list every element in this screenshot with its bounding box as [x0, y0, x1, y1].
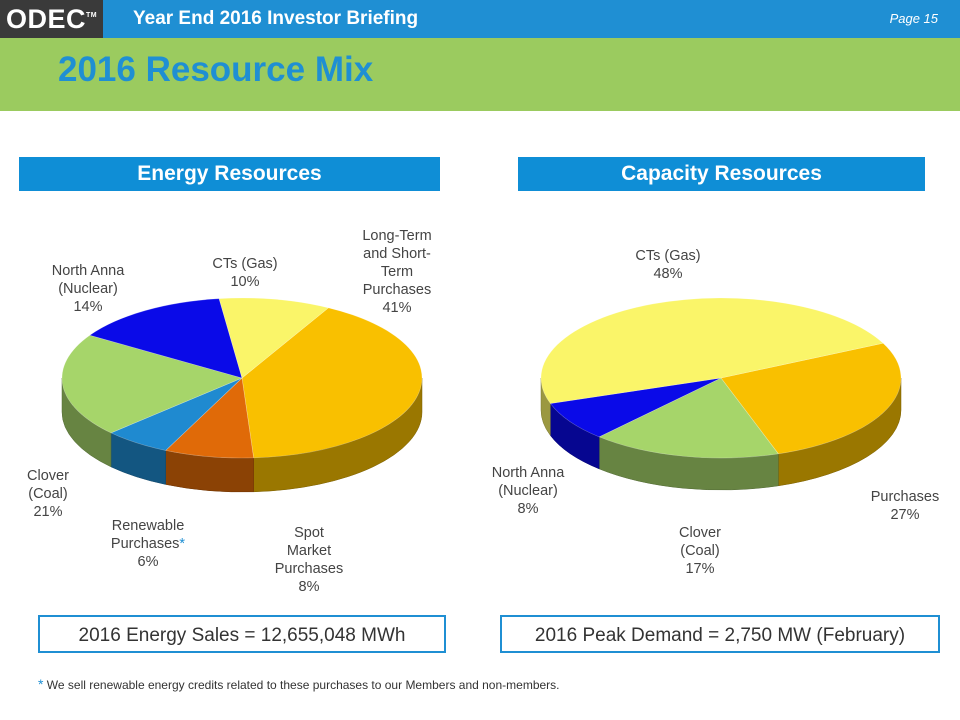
pie-label-clover-coal: Clover (Coal) 17% [679, 525, 721, 577]
footnote-text: We sell renewable energy credits related… [46, 678, 560, 692]
capacity-pie-chart: Purchases 27% Clover (Coal) 17% North Anna (Nu… [492, 248, 940, 577]
footnote: * We sell renewable energy credits relat… [38, 676, 560, 692]
pie-label-spot-market-purchases: Spot Market Purchases 8% [275, 525, 344, 595]
pie-label-north-anna-nuclear: North Anna (Nuclear) 14% [52, 263, 125, 315]
pie-label-cts-gas: CTs (Gas) 48% [635, 248, 700, 282]
pie-label-long-term-and-short-term-purchases: Long-Term and Short-Term Purchases 41% [362, 228, 431, 316]
pie-label-purchases: Purchases 27% [871, 489, 940, 523]
peak-demand-total: 2016 Peak Demand = 2,750 MW (February) [500, 615, 940, 653]
briefing-title: Year End 2016 Investor Briefing [133, 8, 419, 29]
slide-title: 2016 Resource Mix [58, 50, 374, 89]
energy-resources-heading: Energy Resources [19, 157, 440, 191]
energy-pie-chart: Long-Term and Short-Term Purchases 41% Spot M… [27, 228, 432, 595]
odec-logo: ODECTM [0, 0, 103, 38]
pie-label-renewable-purchases: Renewable Purchases* 6% [111, 518, 186, 570]
footnote-star: * [38, 676, 44, 692]
pie-label-north-anna-nuclear: North Anna (Nuclear) 8% [492, 465, 565, 517]
energy-sales-total: 2016 Energy Sales = 12,655,048 MWh [38, 615, 446, 653]
page-number: Page 15 [889, 11, 938, 26]
capacity-resources-heading: Capacity Resources [518, 157, 925, 191]
pie-label-cts-gas: CTs (Gas) 10% [212, 256, 277, 290]
pie-label-clover-coal: Clover (Coal) 21% [27, 468, 69, 520]
